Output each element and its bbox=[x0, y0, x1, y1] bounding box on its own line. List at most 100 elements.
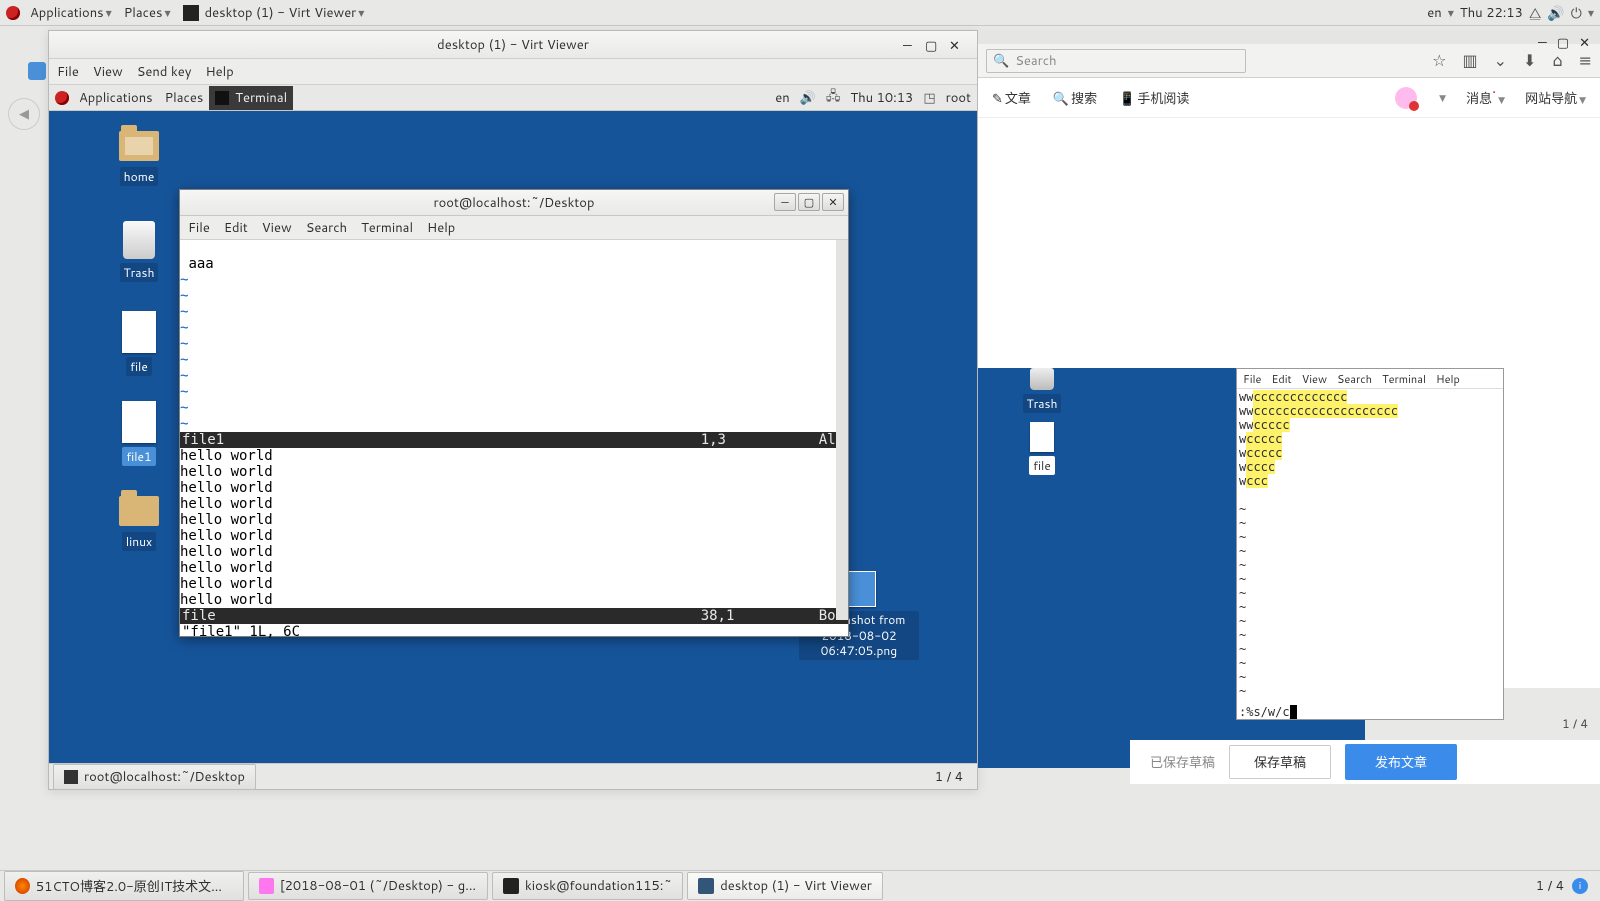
active-app-label: desktop (1) - Virt Viewer bbox=[205, 4, 357, 22]
terminal-menubar: File Edit View Search Terminal Help bbox=[180, 216, 848, 240]
maximize-button[interactable]: ▢ bbox=[1557, 34, 1569, 52]
applications-menu[interactable]: Applications ▼ bbox=[24, 1, 118, 25]
taskbar-item-virt-viewer[interactable]: desktop (1) - Virt Viewer bbox=[687, 872, 883, 900]
active-app-menu[interactable]: desktop (1) - Virt Viewer ▼ bbox=[177, 1, 371, 25]
taskbar-item-host-terminal[interactable]: kiosk@foundation115:~ bbox=[492, 872, 683, 900]
blog-footer: 已保存草稿 保存草稿 发布文章 bbox=[1130, 740, 1600, 784]
guest-desktop[interactable]: home Trash file file1 linux Screenshot f… bbox=[49, 111, 977, 763]
desktop-icon-home[interactable]: home bbox=[99, 131, 179, 186]
save-draft-button[interactable]: 保存草稿 bbox=[1229, 745, 1331, 779]
menu-help[interactable]: Help bbox=[205, 63, 233, 81]
guest-taskbar: root@localhost:~/Desktop 1 / 4 bbox=[49, 763, 977, 789]
menu-edit[interactable]: Edit bbox=[224, 219, 248, 237]
embedded-workspace-counter: 1 / 4 bbox=[1562, 715, 1588, 732]
vim-line: hello world bbox=[180, 528, 273, 544]
avatar[interactable] bbox=[1395, 87, 1417, 109]
maximize-button[interactable]: ▢ bbox=[798, 193, 820, 211]
star-icon[interactable]: ☆ bbox=[1432, 49, 1446, 72]
browser-toolbar: 🔍 Search ☆ ▥ ⌄ ⬇ ⌂ ≡ bbox=[978, 44, 1600, 78]
search-icon: 🔍 bbox=[993, 52, 1009, 70]
site-nav-write[interactable]: ✎文章 bbox=[992, 88, 1031, 108]
library-icon[interactable]: ▥ bbox=[1463, 49, 1478, 72]
keyboard-layout-indicator[interactable]: en bbox=[1427, 4, 1441, 22]
chevron-down-icon: ▼ bbox=[164, 7, 170, 19]
vim-line: hello world bbox=[180, 560, 273, 576]
virt-titlebar[interactable]: desktop (1) - Virt Viewer — ▢ ✕ bbox=[49, 31, 977, 59]
virt-menubar: File View Send key Help bbox=[49, 59, 977, 85]
site-nav-search[interactable]: 🔍搜索 bbox=[1053, 88, 1097, 108]
clock[interactable]: Thu 22:13 bbox=[1460, 4, 1523, 22]
menu-terminal[interactable]: Terminal bbox=[361, 219, 413, 237]
minimize-button[interactable]: — bbox=[1538, 34, 1547, 52]
network-icon[interactable]: 🖧 bbox=[826, 87, 841, 109]
vim-buffer-text: aaa bbox=[188, 256, 213, 272]
close-button[interactable]: ✕ bbox=[949, 37, 963, 51]
volume-icon[interactable]: 🔊 bbox=[800, 89, 816, 107]
menu-file[interactable]: File bbox=[57, 63, 79, 81]
menu-view[interactable]: View bbox=[262, 219, 292, 237]
desktop-icon-file1[interactable]: file1 bbox=[99, 401, 179, 466]
terminal-body[interactable]: aaa ~ ~ ~ ~ ~ ~ ~ ~ ~ ~ file11,3 Allhell… bbox=[180, 240, 848, 636]
menu-file: File bbox=[1243, 371, 1261, 387]
menu-sendkey[interactable]: Send key bbox=[137, 63, 192, 81]
wifi-icon[interactable]: ⧋ bbox=[1529, 3, 1542, 23]
workspace-counter[interactable]: 1 / 4 bbox=[1536, 877, 1564, 895]
browser-window-controls: — ▢ ✕ bbox=[1528, 30, 1600, 56]
window-title: desktop (1) - Virt Viewer bbox=[437, 36, 589, 54]
browser-back-button[interactable]: ◀ bbox=[8, 98, 40, 130]
username-indicator[interactable]: root bbox=[946, 89, 971, 107]
close-button[interactable]: ✕ bbox=[822, 193, 844, 211]
keyboard-layout-indicator[interactable]: en bbox=[775, 89, 789, 107]
search-input[interactable]: 🔍 Search bbox=[986, 49, 1246, 73]
guest-top-panel: Applications Places Terminal en 🔊 🖧 Thu … bbox=[49, 85, 977, 111]
site-nav-mobile[interactable]: 📱手机阅读 bbox=[1119, 88, 1189, 108]
menu-terminal: Terminal bbox=[1382, 371, 1426, 387]
folder-icon bbox=[119, 496, 159, 526]
guest-places-menu[interactable]: Places bbox=[159, 86, 210, 110]
guest-applications-menu[interactable]: Applications bbox=[73, 86, 159, 110]
terminal-titlebar[interactable]: root@localhost:~/Desktop — ▢ ✕ bbox=[180, 190, 848, 216]
task-label: [2018-08-01 (~/Desktop) - gedit] bbox=[280, 877, 477, 895]
power-icon[interactable]: ⏻ bbox=[1571, 3, 1582, 23]
chevron-down-icon: ▼ bbox=[358, 7, 364, 19]
site-nav-sitemap[interactable]: 网站导航▼ bbox=[1525, 88, 1586, 108]
notification-badge-icon[interactable]: i bbox=[1572, 878, 1588, 894]
site-nav-messages[interactable]: 消息•▼ bbox=[1466, 88, 1505, 108]
task-label: desktop (1) - Virt Viewer bbox=[720, 877, 872, 895]
icon-label: file bbox=[126, 357, 152, 376]
publish-button[interactable]: 发布文章 bbox=[1345, 744, 1457, 780]
applications-menu-label: Applications bbox=[30, 4, 104, 22]
user-icon: ◳ bbox=[923, 89, 935, 107]
distro-icon bbox=[6, 6, 20, 20]
maximize-button[interactable]: ▢ bbox=[925, 37, 939, 51]
minimize-button[interactable]: — bbox=[774, 193, 796, 211]
terminal-window: root@localhost:~/Desktop — ▢ ✕ File Edit… bbox=[179, 189, 849, 637]
close-button[interactable]: ✕ bbox=[1579, 34, 1590, 52]
taskbar-item-firefox[interactable]: 51CTO博客2.0-原创IT技术文章分… bbox=[4, 871, 244, 901]
clock[interactable]: Thu 10:13 bbox=[850, 89, 913, 107]
menu-file[interactable]: File bbox=[188, 219, 210, 237]
vim-line: hello world bbox=[180, 592, 273, 608]
desktop-icon-file[interactable]: file bbox=[99, 311, 179, 376]
menu-search[interactable]: Search bbox=[306, 219, 347, 237]
pocket-icon[interactable]: ⌄ bbox=[1494, 49, 1507, 72]
menu-view[interactable]: View bbox=[93, 63, 123, 81]
taskbar-item-terminal[interactable]: root@localhost:~/Desktop bbox=[53, 764, 256, 790]
guest-active-app[interactable]: Terminal bbox=[209, 86, 293, 110]
host-taskbar: 51CTO博客2.0-原创IT技术文章分… [2018-08-01 (~/Des… bbox=[0, 870, 1600, 900]
virt-viewer-window: desktop (1) - Virt Viewer — ▢ ✕ File Vie… bbox=[48, 30, 978, 790]
volume-icon[interactable]: 🔊 bbox=[1547, 3, 1564, 23]
icon-label: file1 bbox=[122, 447, 155, 466]
desktop-icon-linux[interactable]: linux bbox=[99, 496, 179, 551]
vim-line: hello world bbox=[180, 448, 273, 464]
workspace-counter[interactable]: 1 / 4 bbox=[935, 768, 973, 786]
minimize-button[interactable]: — bbox=[903, 37, 917, 51]
trash-icon bbox=[1030, 368, 1054, 390]
menu-help[interactable]: Help bbox=[427, 219, 455, 237]
places-menu[interactable]: Places ▼ bbox=[118, 1, 177, 25]
icon-label: file bbox=[1029, 456, 1055, 475]
desktop-icon-trash[interactable]: Trash bbox=[99, 221, 179, 282]
scrollbar[interactable] bbox=[836, 240, 848, 620]
taskbar-item-gedit[interactable]: [2018-08-01 (~/Desktop) - gedit] bbox=[248, 872, 488, 900]
embedded-image-terminal: File Edit View Search Terminal Help wwcc… bbox=[1236, 368, 1504, 720]
